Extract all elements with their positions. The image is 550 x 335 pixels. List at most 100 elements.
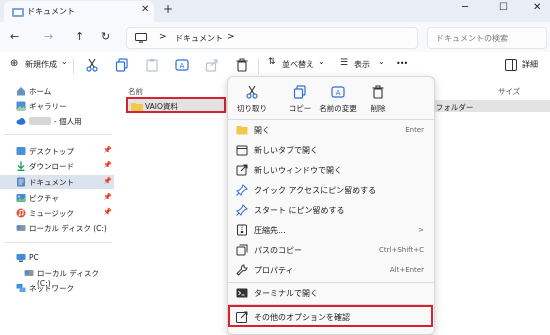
divider	[258, 58, 259, 74]
pin-icon[interactable]: 📌	[103, 208, 112, 216]
folder-open-icon	[236, 126, 248, 135]
cut-icon[interactable]	[85, 58, 99, 72]
tab-title: ドキュメント	[27, 7, 75, 16]
maximize-button[interactable]: ☐	[499, 2, 508, 13]
folder-icon	[12, 8, 24, 17]
rename-icon: A	[331, 86, 345, 98]
chevron-right-icon: >	[418, 226, 424, 234]
download-icon	[17, 161, 25, 171]
share-icon[interactable]	[205, 58, 219, 72]
gallery-icon	[16, 101, 26, 111]
sidebar-item-gallery[interactable]: ギャラリー	[0, 99, 114, 113]
refresh-icon[interactable]: ↻	[101, 30, 110, 43]
copy-path-icon	[236, 244, 248, 256]
address-bar[interactable]: > ドキュメント >	[126, 27, 418, 49]
open-external-icon	[236, 164, 248, 176]
details-button[interactable]: 詳細	[522, 59, 538, 70]
plus-icon[interactable]: ⊕	[10, 58, 18, 69]
breadcrumb-separator[interactable]: >	[227, 32, 235, 42]
copy-icon	[293, 85, 306, 99]
svg-text:A: A	[336, 89, 341, 97]
close-button[interactable]: ✕	[533, 2, 541, 13]
sidebar-item-desktop[interactable]: デスクトップ 📌	[0, 144, 114, 158]
sidebar-item-music[interactable]: ミュージック 📌	[0, 206, 114, 220]
sort-icon[interactable]: ⇅	[268, 57, 276, 67]
sidebar-item-local-disk-pc[interactable]: ローカル ディスク (C:)	[0, 266, 114, 288]
pin-icon[interactable]: 📌	[103, 193, 112, 201]
copy-icon[interactable]	[115, 58, 129, 72]
view-button[interactable]: 表示	[354, 59, 370, 70]
title-bar: ドキュメント ✕ + ─ ☐ ✕	[0, 0, 550, 22]
search-box[interactable]: ドキュメントの検索	[427, 27, 547, 49]
pin-icon[interactable]: 📌	[103, 177, 112, 185]
terminal-icon	[236, 288, 248, 298]
zip-icon	[237, 224, 247, 236]
column-header-name[interactable]: 名前	[128, 86, 143, 97]
address-row: ← → ↑ ↻ > ドキュメント > ドキュメントの検索	[0, 22, 550, 52]
document-icon	[17, 177, 25, 187]
menu-item-show-more-options[interactable]: その他のオプションを確認	[228, 305, 433, 327]
details-pane-icon[interactable]	[505, 59, 517, 71]
sidebar-item-onedrive[interactable]: - 個人用	[0, 114, 114, 128]
menu-item-copy-path[interactable]: パスのコピー Ctrl+Shift+C	[228, 240, 434, 260]
music-icon	[16, 208, 26, 218]
desktop-icon	[16, 147, 26, 155]
divider	[4, 242, 112, 243]
delete-button[interactable]: 削除	[356, 83, 400, 117]
breadcrumb-separator[interactable]: >	[159, 32, 167, 42]
svg-text:A: A	[180, 62, 185, 70]
menu-item-pin-start[interactable]: スタート にピン留めする	[228, 200, 434, 220]
picture-icon	[16, 194, 26, 202]
menu-item-compress[interactable]: 圧縮先... >	[228, 220, 434, 240]
cloud-icon	[16, 118, 26, 125]
menu-item-open-new-tab[interactable]: 新しいタブで開く	[228, 140, 434, 160]
menu-item-properties[interactable]: プロパティ Alt+Enter	[228, 260, 434, 280]
context-menu: 切り取り コピー A 名前の変更 削除 開く Enter 新しいタブで開く 新し…	[227, 76, 435, 335]
drive-icon	[16, 225, 26, 231]
forward-arrow-icon[interactable]: →	[44, 30, 53, 43]
rename-icon[interactable]: A	[175, 58, 189, 72]
sidebar-item-pc[interactable]: PC	[0, 251, 114, 265]
menu-item-open-terminal[interactable]: ターミナルで開く	[228, 283, 434, 303]
sort-button[interactable]: 並べ替え	[282, 59, 314, 70]
network-icon	[16, 284, 26, 292]
menu-item-pin-quick-access[interactable]: クイック アクセスにピン留めする	[228, 180, 434, 200]
view-icon[interactable]: ☰	[340, 58, 348, 68]
cut-button[interactable]: 切り取り	[230, 83, 274, 117]
pin-icon[interactable]: 📌	[103, 146, 112, 154]
sidebar-item-pictures[interactable]: ピクチャ 📌	[0, 191, 114, 205]
paste-icon[interactable]	[145, 58, 159, 72]
divider	[4, 134, 112, 135]
folder-name: VAIO資料	[145, 102, 178, 111]
sidebar-item-documents[interactable]: ドキュメント 📌	[0, 175, 114, 189]
sidebar-item-local-disk[interactable]: ローカル ディスク (C:)	[0, 221, 114, 235]
up-arrow-icon[interactable]: ↑	[75, 30, 84, 43]
more-options-icon	[236, 311, 248, 323]
new-tab-icon	[236, 145, 248, 156]
more-options-icon[interactable]: •••	[396, 59, 408, 68]
minimize-button[interactable]: ─	[462, 2, 468, 13]
new-tab-button[interactable]: +	[163, 2, 173, 16]
sidebar-item-network[interactable]: ネットワーク	[0, 281, 114, 295]
sidebar-item-downloads[interactable]: ダウンロード 📌	[0, 159, 114, 173]
menu-item-open-new-window[interactable]: 新しいウィンドウで開く	[228, 160, 434, 180]
redacted-account-name	[29, 117, 51, 125]
chevron-down-icon[interactable]: ⌄	[318, 57, 325, 66]
pin-icon	[236, 204, 248, 216]
menu-item-open[interactable]: 開く Enter	[228, 120, 434, 140]
new-button[interactable]: 新規作成	[25, 59, 57, 70]
tab-close-icon[interactable]: ✕	[141, 4, 149, 15]
tab-documents[interactable]: ドキュメント ✕	[4, 1, 154, 22]
chevron-down-icon[interactable]: ⌄	[378, 57, 385, 66]
back-arrow-icon[interactable]: ←	[10, 30, 19, 43]
navigation-pane: ホーム ギャラリー - 個人用 デスクトップ 📌 ダウンロード 📌 ドキュメント…	[0, 80, 116, 333]
sidebar-item-home[interactable]: ホーム	[0, 84, 114, 98]
chevron-down-icon[interactable]: ⌄	[61, 57, 68, 66]
folder-item-vaio[interactable]: VAIO資料	[126, 97, 226, 113]
pin-icon[interactable]: 📌	[103, 161, 112, 169]
column-header-size[interactable]: サイズ	[498, 86, 520, 97]
home-icon	[17, 87, 25, 96]
breadcrumb-documents[interactable]: ドキュメント	[175, 33, 223, 44]
trash-icon[interactable]	[235, 58, 249, 72]
folder-icon	[131, 103, 143, 111]
